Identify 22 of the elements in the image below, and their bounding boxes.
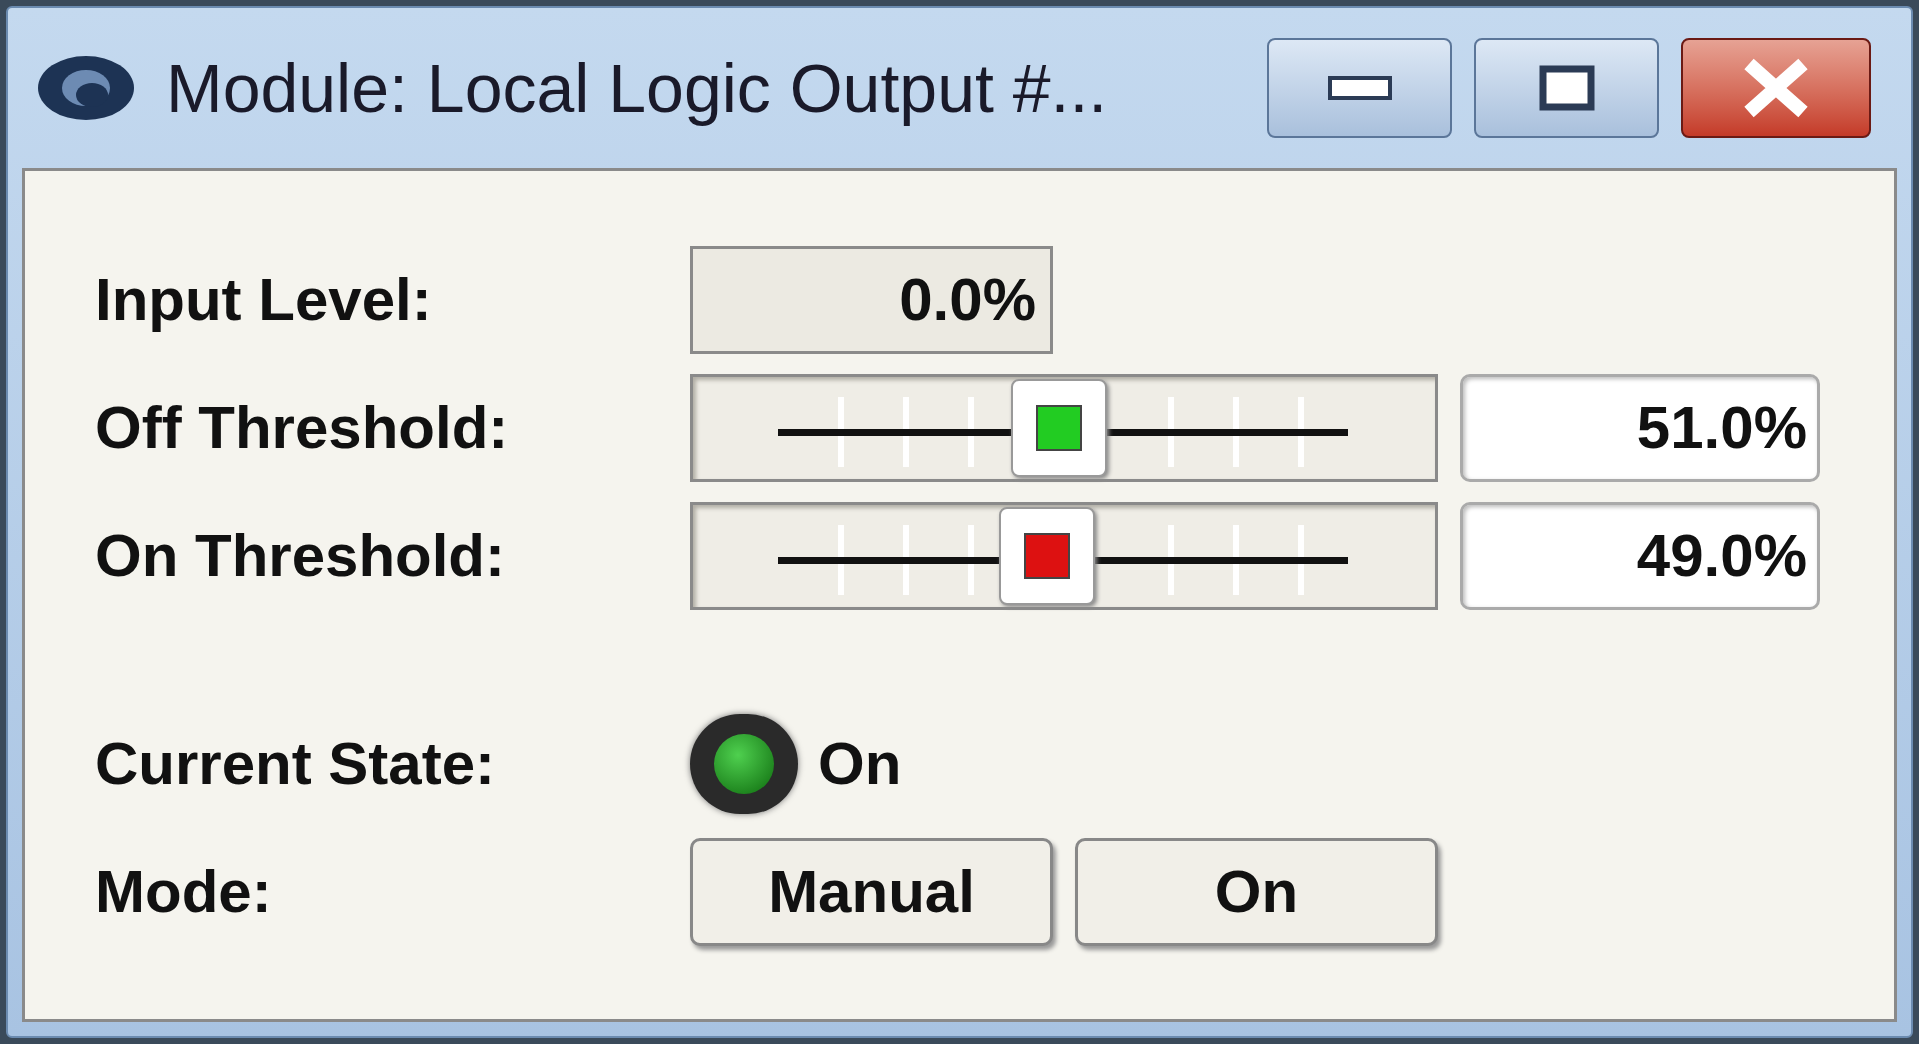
window-title: Module: Local Logic Output #... [166, 49, 1109, 128]
threshold-label: On Threshold: [95, 526, 506, 586]
maximize-button[interactable] [1474, 38, 1659, 138]
minimize-button[interactable] [1267, 38, 1452, 138]
threshold-value-field[interactable]: 51.0% [1460, 374, 1820, 482]
maximize-icon [1538, 65, 1595, 111]
slider-thumb[interactable] [1010, 379, 1107, 477]
slider[interactable] [690, 374, 1438, 482]
threshold-label: Off Threshold: [95, 398, 510, 458]
mode-button[interactable]: Manual [690, 838, 1053, 946]
app-icon [36, 53, 136, 123]
slider[interactable] [690, 502, 1438, 610]
input-level-label: Input Level: [95, 270, 433, 330]
minimize-icon [1327, 76, 1392, 100]
slider-thumb[interactable] [999, 507, 1096, 605]
current-state-label: Current State: [95, 734, 497, 794]
close-button[interactable] [1681, 38, 1871, 138]
mode-label: Mode: [95, 862, 273, 922]
current-state-value: On [818, 729, 902, 799]
input-level-display: 0.0% [690, 246, 1053, 354]
threshold-value-field[interactable]: 49.0% [1460, 502, 1820, 610]
mode-button[interactable]: On [1075, 838, 1438, 946]
